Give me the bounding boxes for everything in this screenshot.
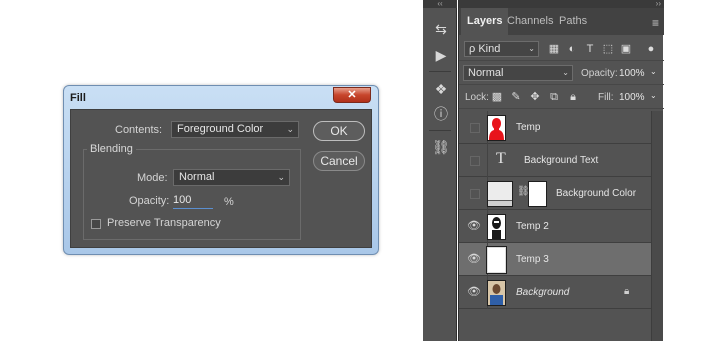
fill-label: Fill: (598, 92, 614, 103)
actions-play-icon[interactable]: ▶ (431, 46, 451, 64)
blend-mode-value: Normal (468, 67, 504, 79)
visibility-toggle[interactable] (470, 189, 480, 199)
type-filter-icon[interactable]: T (583, 41, 597, 57)
lock-transparent-icon[interactable]: ▩ (490, 89, 504, 105)
eye-icon[interactable]: 👁︎ (467, 219, 481, 233)
fill-dialog: Fill ✕ Contents: Foreground Color ⌄ OK C… (63, 85, 379, 255)
layer-thumbnail (487, 280, 506, 306)
mode-value: Normal (179, 171, 215, 183)
layer-row[interactable]: 👁︎ Background 🔒︎ (459, 276, 652, 309)
layer-name: Background (516, 287, 570, 298)
adjustment-bar-icon (488, 200, 512, 206)
divider (429, 71, 451, 72)
tab-paths[interactable]: Paths (553, 8, 593, 35)
eye-icon[interactable]: 👁︎ (467, 252, 481, 266)
blending-title: Blending (87, 143, 136, 155)
fill-value[interactable]: 100% (619, 92, 645, 103)
collapse-arrows-icon[interactable]: ‹‹ (423, 0, 457, 8)
layer-name: Background Text (524, 155, 599, 166)
lock-icon: 🔒︎ (624, 286, 630, 297)
info-icon[interactable]: ⓘ (431, 105, 451, 123)
blend-row: Normal ⌄ Opacity: 100% ⌄ (459, 62, 664, 85)
3d-icon[interactable]: ❖ (431, 80, 451, 98)
layer-row[interactable]: T Background Text (459, 144, 652, 177)
mode-select[interactable]: Normal ⌄ (173, 169, 290, 186)
kind-filter-value: ρ Kind (469, 43, 501, 55)
face-icon (492, 217, 501, 239)
panel-dock-strip: ‹‹ ⇆ ▶ ❖ ⓘ ⛓ (423, 0, 457, 341)
lock-row: Lock: ▩ ✎ ✥ ⧉ 🔒︎ Fill: 100% ⌄ (459, 86, 664, 109)
collapse-arrows-icon[interactable]: ›› (459, 0, 664, 8)
clone-source-icon[interactable]: ⛓ (431, 138, 451, 156)
preserve-transparency-checkbox[interactable] (91, 219, 101, 229)
opacity-label: Opacity: (581, 68, 618, 79)
dialog-title: Fill (70, 92, 86, 104)
layer-thumbnail (487, 214, 506, 240)
layer-thumbnail (487, 115, 506, 141)
filter-toggle-icon[interactable]: ● (645, 41, 657, 57)
contents-label: Contents: (115, 124, 163, 136)
preserve-transparency-label: Preserve Transparency (107, 217, 221, 229)
chevron-down-icon: ⌄ (277, 172, 285, 182)
mask-thumbnail (528, 181, 547, 207)
blend-mode-select[interactable]: Normal ⌄ (463, 65, 573, 81)
layers-scrollbar[interactable] (651, 111, 663, 341)
divider (429, 130, 451, 131)
lock-all-icon[interactable]: 🔒︎ (566, 89, 580, 105)
visibility-toggle[interactable] (470, 156, 480, 166)
adjustment-filter-icon[interactable]: ◐ (565, 41, 579, 57)
close-button[interactable]: ✕ (333, 87, 371, 103)
chevron-down-icon: ⌄ (528, 44, 535, 53)
contents-select[interactable]: Foreground Color ⌄ (171, 121, 299, 138)
layers-list: Temp T Background Text ⛓ Background Colo… (459, 111, 664, 341)
percent-unit: % (224, 196, 234, 208)
opacity-value[interactable]: 100% (619, 68, 645, 79)
eye-icon[interactable]: 👁︎ (467, 285, 481, 299)
lock-label: Lock: (465, 92, 489, 103)
history-icon[interactable]: ⇆ (431, 20, 451, 38)
dialog-body: Contents: Foreground Color ⌄ OK Cancel B… (70, 109, 372, 248)
chevron-down-icon[interactable]: ⌄ (650, 91, 657, 100)
contents-value: Foreground Color (177, 123, 264, 135)
opacity-label: Opacity: (129, 195, 170, 207)
panel-tabs: Layers Channels Paths ≡ (459, 8, 664, 35)
chevron-down-icon: ⌄ (286, 124, 294, 134)
layer-row[interactable]: ⛓ Background Color (459, 177, 652, 210)
ok-button[interactable]: OK (313, 121, 365, 141)
smart-object-filter-icon[interactable]: ▣ (619, 41, 633, 57)
lock-image-icon[interactable]: ✎ (509, 89, 523, 105)
shape-filter-icon[interactable]: ⬚ (601, 41, 615, 57)
kind-filter-select[interactable]: ρ Kind ⌄ (464, 41, 539, 57)
layer-row[interactable]: 👁︎ Temp 2 (459, 210, 652, 243)
pixel-filter-icon[interactable]: ▦ (547, 41, 561, 57)
lock-artboard-icon[interactable]: ⧉ (547, 89, 561, 105)
layer-row[interactable]: Temp (459, 111, 652, 144)
layer-thumbnail (486, 246, 507, 274)
mode-label: Mode: (137, 172, 168, 184)
layer-name: Temp (516, 122, 541, 133)
silhouette-icon (489, 118, 504, 140)
visibility-toggle[interactable] (470, 123, 480, 133)
cancel-button[interactable]: Cancel (313, 151, 365, 171)
type-layer-icon: T (496, 150, 506, 167)
layer-name: Temp 3 (516, 254, 549, 265)
lock-position-icon[interactable]: ✥ (528, 89, 542, 105)
chevron-down-icon[interactable]: ⌄ (650, 67, 657, 76)
layer-name: Background Color (556, 188, 637, 199)
divider (487, 144, 488, 177)
portrait-photo-icon (488, 281, 505, 305)
layers-panel: ›› Layers Channels Paths ≡ ρ Kind ⌄ ▦ ◐ … (458, 0, 664, 341)
filter-row: ρ Kind ⌄ ▦ ◐ T ⬚ ▣ ● (459, 38, 664, 61)
opacity-input[interactable]: 100 (173, 194, 213, 209)
chevron-down-icon: ⌄ (562, 68, 569, 77)
panel-menu-icon[interactable]: ≡ (652, 16, 659, 30)
layer-name: Temp 2 (516, 221, 549, 232)
layer-row[interactable]: 👁︎ Temp 3 (459, 243, 652, 276)
fill-thumbnail (487, 181, 513, 207)
tab-channels[interactable]: Channels (501, 8, 559, 35)
